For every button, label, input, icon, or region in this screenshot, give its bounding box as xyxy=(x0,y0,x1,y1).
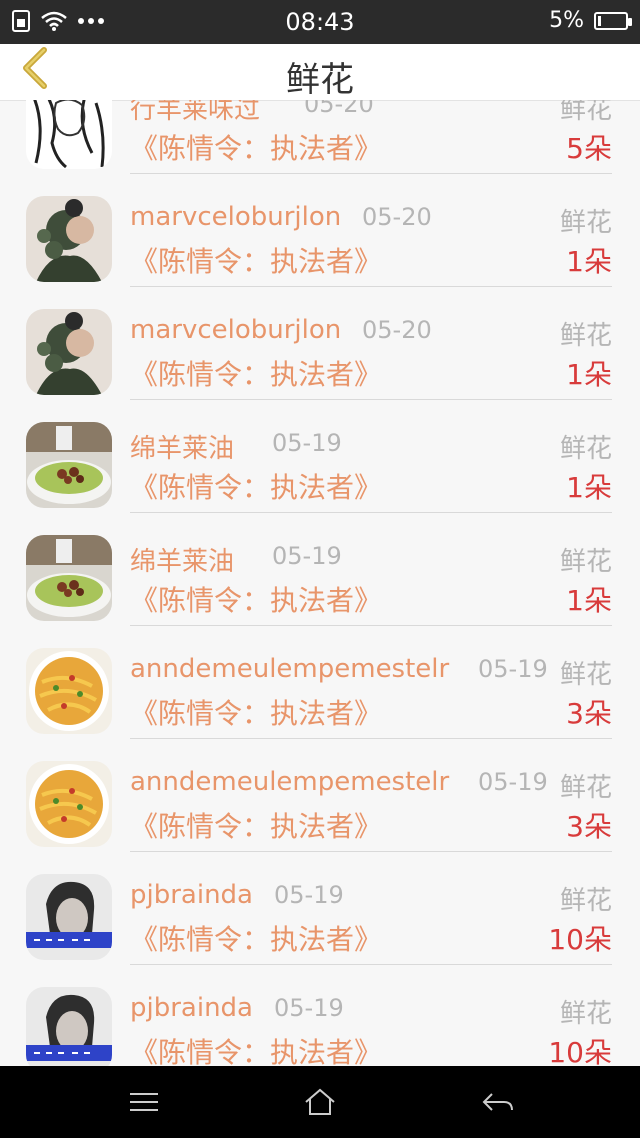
gift-type: 鲜花 xyxy=(559,660,612,690)
book-title[interactable]: 《陈情令：执法者》 xyxy=(130,918,382,958)
user-name[interactable]: 行羊莱味过 xyxy=(130,100,260,126)
menu-icon[interactable] xyxy=(124,1086,164,1118)
portrait-avatar[interactable] xyxy=(26,874,112,960)
gift-type: 鲜花 xyxy=(559,547,612,577)
row-divider xyxy=(130,173,612,174)
record-date: 05-19 xyxy=(274,881,344,909)
gift-type: 鲜花 xyxy=(559,100,612,125)
status-bar: 08:43 5% xyxy=(0,0,640,44)
record-date: 05-20 xyxy=(304,100,374,118)
salad-avatar[interactable] xyxy=(26,422,112,508)
book-title[interactable]: 《陈情令：执法者》 xyxy=(130,579,382,619)
gift-count: 10朵 xyxy=(548,1036,612,1066)
row-divider xyxy=(130,399,612,400)
salad-avatar[interactable] xyxy=(26,535,112,621)
page-title: 鲜花 xyxy=(286,60,354,100)
book-title[interactable]: 《陈情令：执法者》 xyxy=(130,240,382,280)
gift-count: 1朵 xyxy=(566,471,612,504)
gift-count: 1朵 xyxy=(566,358,612,391)
gift-type: 鲜花 xyxy=(559,321,612,351)
gift-type: 鲜花 xyxy=(559,434,612,464)
plant-face-avatar[interactable] xyxy=(26,309,112,395)
book-title[interactable]: 《陈情令：执法者》 xyxy=(130,353,382,393)
gift-type: 鲜花 xyxy=(559,999,612,1029)
gift-record-row[interactable]: anndemeulempemestelr 05-19 鲜花《陈情令：执法者》 3朵 xyxy=(0,747,640,860)
user-name[interactable]: anndemeulempemestelr xyxy=(130,767,449,797)
book-title[interactable]: 《陈情令：执法者》 xyxy=(130,692,382,732)
user-name[interactable]: pjbrainda xyxy=(130,880,253,910)
noodle-avatar[interactable] xyxy=(26,761,112,847)
gift-record-row[interactable]: marvceloburjlon 05-20 鲜花《陈情令：执法者》 1朵 xyxy=(0,295,640,408)
record-date: 05-19 xyxy=(478,768,548,796)
gift-count: 3朵 xyxy=(566,810,612,843)
battery-percent: 5% xyxy=(549,8,584,33)
gift-count: 10朵 xyxy=(548,923,612,956)
record-date: 05-19 xyxy=(478,655,548,683)
gift-count: 1朵 xyxy=(566,584,612,617)
row-divider xyxy=(130,738,612,739)
gift-record-row[interactable]: pjbrainda 05-19 鲜花《陈情令：执法者》 10朵 xyxy=(0,973,640,1066)
noodle-avatar[interactable] xyxy=(26,648,112,734)
gift-type: 鲜花 xyxy=(559,208,612,238)
header-bar: 鲜花 xyxy=(0,44,640,101)
back-arrow-icon[interactable] xyxy=(478,1086,518,1118)
gift-count: 5朵 xyxy=(566,132,612,165)
row-divider xyxy=(130,512,612,513)
user-name[interactable]: 绵羊莱油 xyxy=(130,541,234,578)
gift-record-row[interactable]: 行羊莱味过 05-20 鲜花《陈情令：执法者》 5朵 xyxy=(0,100,640,182)
gift-record-row[interactable]: anndemeulempemestelr 05-19 鲜花《陈情令：执法者》 3朵 xyxy=(0,634,640,747)
gift-count: 1朵 xyxy=(566,245,612,278)
battery-icon xyxy=(594,11,632,30)
record-date: 05-20 xyxy=(362,203,432,231)
system-nav-bar xyxy=(0,1066,640,1138)
gift-record-row[interactable]: 绵羊莱油 05-19 鲜花《陈情令：执法者》 1朵 xyxy=(0,521,640,634)
user-name[interactable]: pjbrainda xyxy=(130,993,253,1023)
record-date: 05-19 xyxy=(272,542,342,570)
user-name[interactable]: marvceloburjlon xyxy=(130,202,341,232)
portrait-avatar[interactable] xyxy=(26,987,112,1066)
book-title[interactable]: 《陈情令：执法者》 xyxy=(130,1031,382,1066)
book-title[interactable]: 《陈情令：执法者》 xyxy=(130,466,382,506)
row-divider xyxy=(130,851,612,852)
record-date: 05-20 xyxy=(362,316,432,344)
plant-face-avatar[interactable] xyxy=(26,196,112,282)
row-divider xyxy=(130,964,612,965)
record-date: 05-19 xyxy=(274,994,344,1022)
gift-record-row[interactable]: pjbrainda 05-19 鲜花《陈情令：执法者》 10朵 xyxy=(0,860,640,973)
gift-type: 鲜花 xyxy=(559,773,612,803)
book-title[interactable]: 《陈情令：执法者》 xyxy=(130,805,382,845)
gift-count: 3朵 xyxy=(566,697,612,730)
sketch-avatar[interactable] xyxy=(26,100,112,169)
gift-record-row[interactable]: marvceloburjlon 05-20 鲜花《陈情令：执法者》 1朵 xyxy=(0,182,640,295)
record-date: 05-19 xyxy=(272,429,342,457)
row-divider xyxy=(130,286,612,287)
gift-record-row[interactable]: 绵羊莱油 05-19 鲜花《陈情令：执法者》 1朵 xyxy=(0,408,640,521)
gift-type: 鲜花 xyxy=(559,886,612,916)
row-divider xyxy=(130,625,612,626)
home-icon[interactable] xyxy=(300,1086,340,1118)
user-name[interactable]: 绵羊莱油 xyxy=(130,428,234,465)
gift-list: 行羊莱味过 05-20 鲜花 《陈情令：执法者》 5朵 marvceloburjlon 05… xyxy=(0,100,640,1066)
book-title[interactable]: 《陈情令：执法者》 xyxy=(130,127,382,167)
user-name[interactable]: anndemeulempemestelr xyxy=(130,654,449,684)
status-time: 08:43 xyxy=(285,8,355,36)
user-name[interactable]: marvceloburjlon xyxy=(130,315,341,345)
status-icons-right: 5% xyxy=(549,8,632,33)
